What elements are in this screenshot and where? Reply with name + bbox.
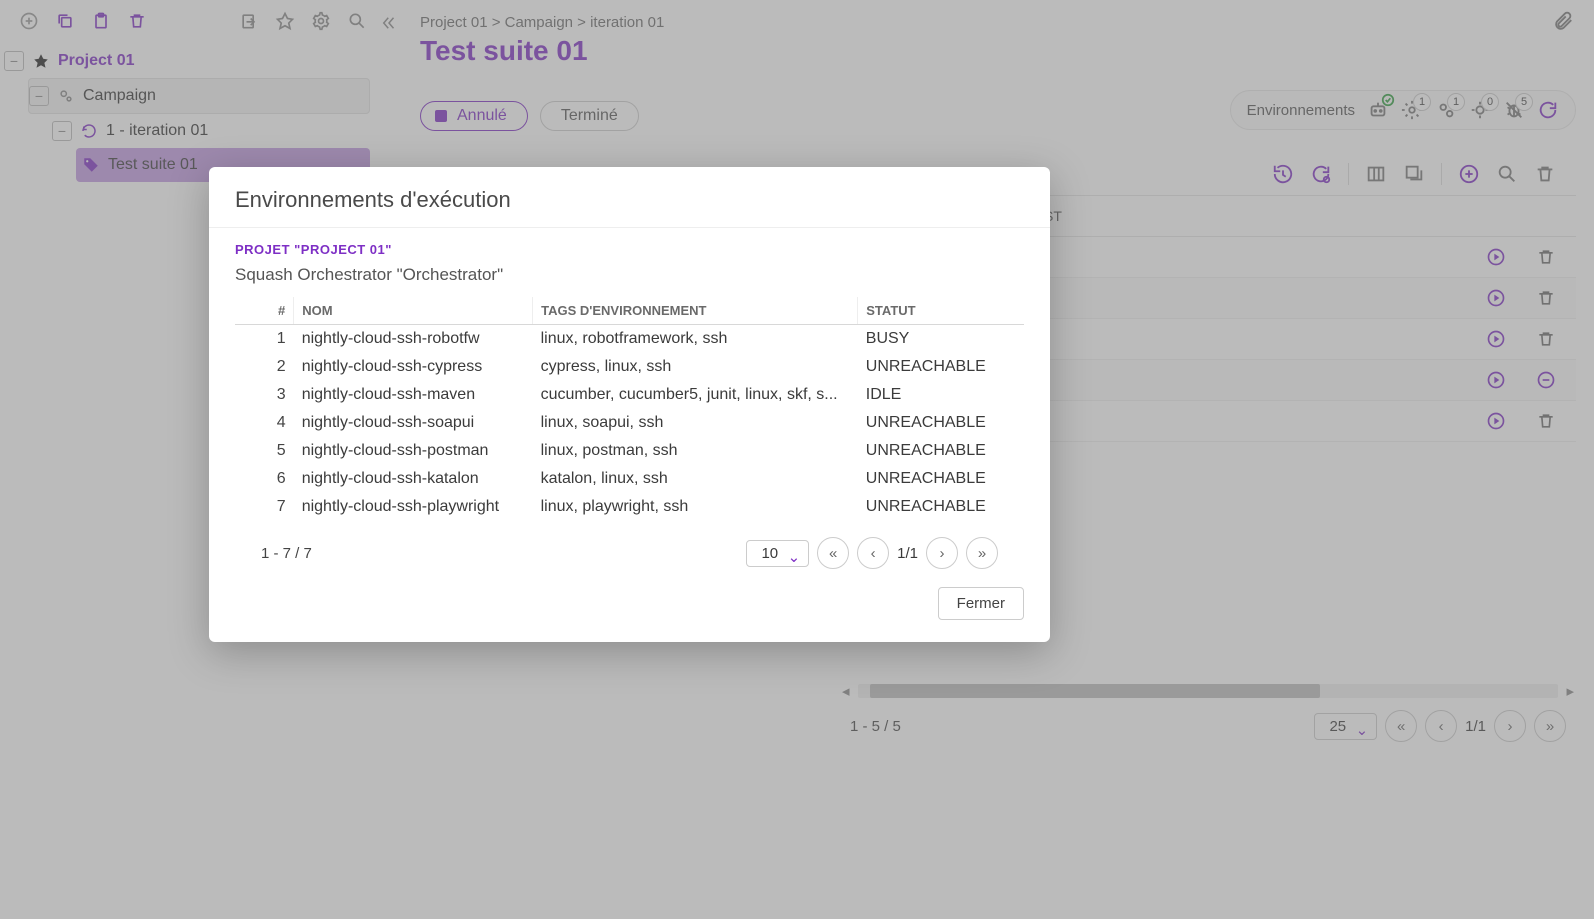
- table-row[interactable]: 1nightly-cloud-ssh-robotfwlinux, robotfr…: [235, 325, 1024, 354]
- table-row[interactable]: 2nightly-cloud-ssh-cypresscypress, linux…: [235, 353, 1024, 381]
- modal-page-last-button[interactable]: »: [966, 537, 998, 569]
- table-row[interactable]: 3nightly-cloud-ssh-mavencucumber, cucumb…: [235, 381, 1024, 409]
- modal-page-indicator: 1/1: [897, 545, 918, 562]
- modal-page-prev-button[interactable]: ‹: [857, 537, 889, 569]
- modal-page-first-button[interactable]: «: [817, 537, 849, 569]
- modal-title: Environnements d'exécution: [209, 187, 1050, 227]
- environments-modal: Environnements d'exécution PROJET "PROJE…: [209, 167, 1050, 642]
- modal-page-next-button[interactable]: ›: [926, 537, 958, 569]
- col-header-status[interactable]: STATUT: [858, 297, 1024, 325]
- chevron-down-icon: ⌄: [788, 548, 801, 566]
- modal-orchestrator-label: Squash Orchestrator "Orchestrator": [235, 257, 1024, 297]
- col-header-tags[interactable]: TAGS D'ENVIRONNEMENT: [533, 297, 858, 325]
- table-row[interactable]: 7nightly-cloud-ssh-playwrightlinux, play…: [235, 493, 1024, 521]
- table-row[interactable]: 4nightly-cloud-ssh-soapuilinux, soapui, …: [235, 409, 1024, 437]
- table-row[interactable]: 6nightly-cloud-ssh-katalonkatalon, linux…: [235, 465, 1024, 493]
- close-button[interactable]: Fermer: [938, 587, 1024, 620]
- col-header-name[interactable]: NOM: [294, 297, 533, 325]
- col-header-index[interactable]: #: [235, 297, 294, 325]
- modal-page-size-select[interactable]: 10⌄: [746, 540, 809, 567]
- table-row[interactable]: 5nightly-cloud-ssh-postmanlinux, postman…: [235, 437, 1024, 465]
- modal-project-label: PROJET "PROJECT 01": [235, 242, 1024, 257]
- environments-table: # NOM TAGS D'ENVIRONNEMENT STATUT 1night…: [235, 297, 1024, 521]
- modal-range: 1 - 7 / 7: [261, 545, 312, 562]
